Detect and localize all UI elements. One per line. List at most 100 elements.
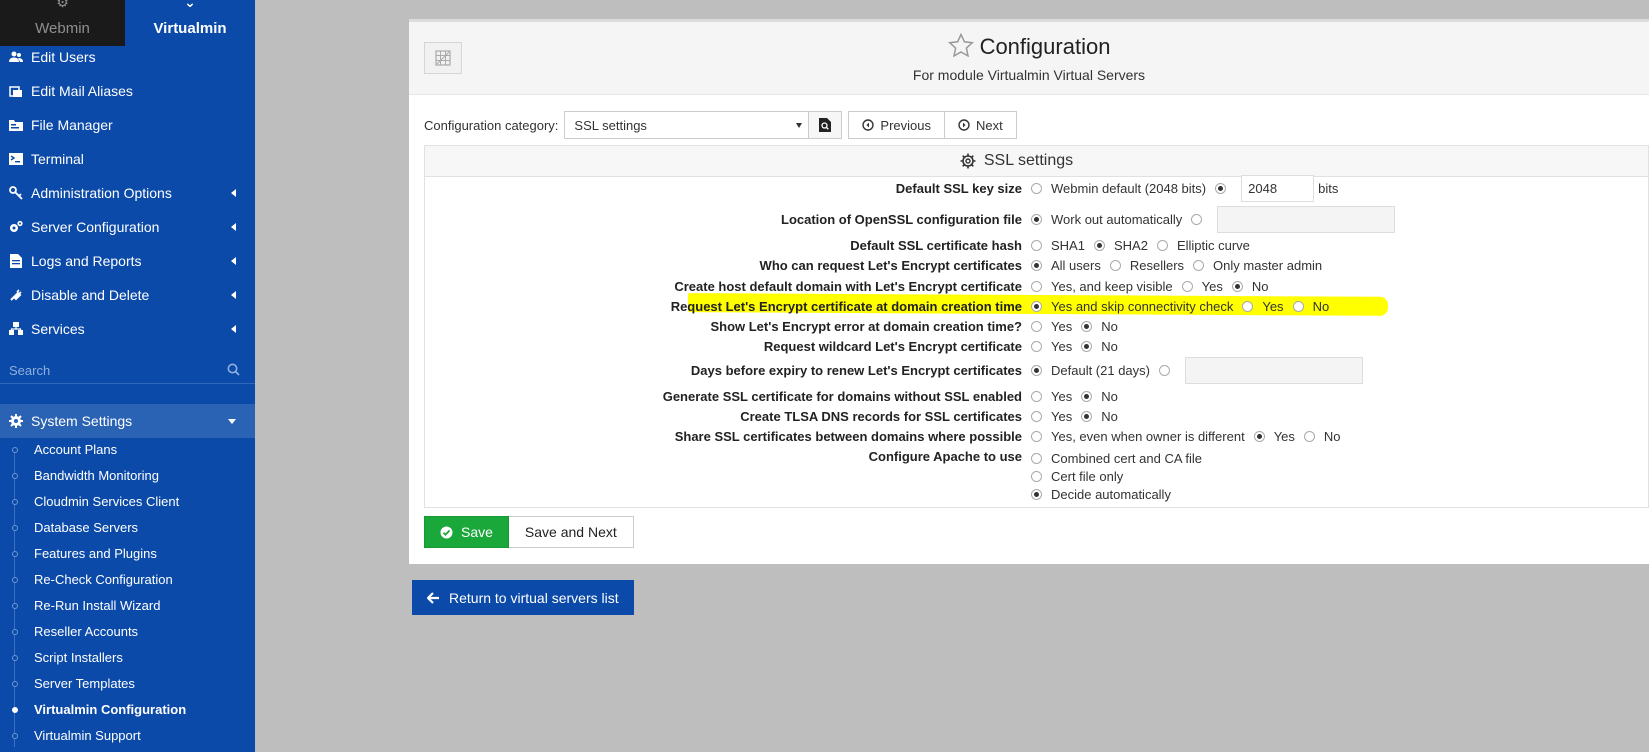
renew-days-input[interactable] [1185,357,1363,384]
radio-button[interactable] [1081,411,1093,422]
key-size-input[interactable]: 2048 [1241,175,1315,202]
radio-option[interactable]: No [1081,409,1118,424]
radio-button[interactable] [1292,301,1304,312]
radio-button[interactable] [1031,214,1042,225]
sidebar-item-edit-users[interactable]: Edit Users [0,40,255,74]
radio-button[interactable] [1031,470,1042,482]
radio-option[interactable]: Yes [1242,299,1284,314]
radio-option[interactable]: Yes [1031,409,1072,424]
sidebar-sub-features-and-plugins[interactable]: Features and Plugins [34,546,157,561]
radio-option[interactable]: No [1081,389,1118,404]
radio-button[interactable] [1031,431,1042,442]
radio-button[interactable] [1253,431,1265,442]
openssl-path-input[interactable] [1217,206,1396,233]
sidebar-sub-database-servers[interactable]: Database Servers [34,520,138,535]
search-icon[interactable] [227,363,240,379]
radio-button[interactable] [1093,240,1105,251]
sidebar-sub-script-installers[interactable]: Script Installers [34,650,123,665]
radio-button[interactable] [1156,240,1168,251]
sidebar-search[interactable]: Search [0,358,255,384]
radio-option[interactable]: Default (21 days) [1031,363,1150,378]
option-label: Yes, even when owner is different [1051,429,1245,444]
sidebar-item-system-settings[interactable]: System Settings [0,404,255,438]
radio-option[interactable]: Cert file only [1031,467,1123,485]
radio-button[interactable] [1031,391,1042,402]
radio-button[interactable] [1031,240,1042,251]
radio-option[interactable]: No [1303,429,1341,444]
radio-button[interactable] [1031,260,1042,271]
sidebar-sub-re-check-configuration[interactable]: Re-Check Configuration [34,572,173,587]
radio-option[interactable]: Webmin default (2048 bits) [1031,181,1206,196]
return-button[interactable]: Return to virtual servers list [412,580,634,615]
radio-button[interactable] [1031,488,1042,500]
sidebar-sub-bandwidth-monitoring[interactable]: Bandwidth Monitoring [34,468,159,483]
save-button[interactable]: Save [424,516,509,548]
sidebar-item-administration-options[interactable]: Administration Options [0,176,255,210]
radio-button[interactable] [1081,321,1093,332]
radio-button[interactable] [1031,301,1042,312]
radio-button[interactable] [1081,341,1093,352]
sidebar-sub-re-run-install-wizard[interactable]: Re-Run Install Wizard [34,598,160,613]
sidebar-item-disable-and-delete[interactable]: Disable and Delete [0,278,255,312]
radio-option[interactable]: All users [1031,258,1101,273]
radio-option[interactable]: Yes and skip connectivity check [1031,299,1233,314]
radio-button[interactable] [1242,301,1254,312]
radio-option[interactable] [1159,365,1179,376]
sidebar-sub-virtualmin-support[interactable]: Virtualmin Support [34,728,141,743]
radio-option[interactable]: SHA2 [1093,238,1148,253]
sidebar-item-file-manager[interactable]: File Manager [0,108,255,142]
radio-button[interactable] [1109,260,1121,271]
radio-option[interactable]: Yes [1031,319,1072,334]
radio-option[interactable]: Combined cert and CA file [1031,449,1202,467]
radio-option[interactable]: Only master admin [1193,258,1322,273]
sidebar-item-services[interactable]: Services [0,312,255,346]
submenu-bullet [12,447,18,453]
save-and-next-button[interactable]: Save and Next [508,516,634,548]
radio-button[interactable] [1031,452,1042,464]
sidebar-item-terminal[interactable]: Terminal [0,142,255,176]
radio-button[interactable] [1031,281,1042,292]
sidebar-sub-account-plans[interactable]: Account Plans [34,442,117,457]
sidebar-item-server-configuration[interactable]: Server Configuration [0,210,255,244]
option-label: Yes [1051,409,1073,424]
radio-button[interactable] [1193,260,1205,271]
radio-option[interactable]: Yes, even when owner is different [1031,429,1245,444]
radio-option[interactable]: No [1231,279,1269,294]
radio-option[interactable]: No [1081,339,1118,354]
radio-button[interactable] [1303,431,1315,442]
radio-button[interactable] [1191,214,1203,225]
radio-option[interactable]: Yes [1253,429,1295,444]
setting-label: Request wildcard Let's Encrypt certifica… [763,339,1022,354]
radio-option[interactable] [1191,214,1211,225]
radio-option[interactable]: Yes [1181,279,1223,294]
radio-option[interactable]: Decide automatically [1031,485,1171,503]
radio-option[interactable]: Work out automatically [1031,212,1182,227]
radio-option[interactable] [1215,183,1235,194]
radio-button[interactable] [1159,365,1170,376]
radio-button[interactable] [1231,281,1243,292]
sidebar-item-edit-mail-aliases[interactable]: Edit Mail Aliases [0,74,255,108]
search-input[interactable]: Search [9,363,50,378]
radio-button[interactable] [1031,365,1042,376]
radio-button[interactable] [1031,411,1042,422]
sidebar-sub-reseller-accounts[interactable]: Reseller Accounts [34,624,138,639]
radio-button[interactable] [1081,391,1093,402]
radio-option[interactable]: Yes [1031,339,1072,354]
sidebar-sub-virtualmin-configuration[interactable]: Virtualmin Configuration [34,702,186,717]
sidebar-sub-cloudmin-services-client[interactable]: Cloudmin Services Client [34,494,179,509]
radio-option[interactable]: Elliptic curve [1156,238,1250,253]
radio-option[interactable]: No [1292,299,1329,314]
radio-option[interactable]: Resellers [1109,258,1184,273]
sidebar-sub-server-templates[interactable]: Server Templates [34,676,135,691]
radio-button[interactable] [1181,281,1193,292]
radio-button[interactable] [1031,341,1042,352]
radio-button[interactable] [1215,183,1227,194]
radio-button[interactable] [1031,321,1042,332]
radio-option[interactable]: Yes [1031,389,1072,404]
radio-button[interactable] [1031,183,1042,194]
option-label: No [1101,409,1118,424]
radio-option[interactable]: SHA1 [1031,238,1085,253]
radio-option[interactable]: No [1081,319,1118,334]
radio-option[interactable]: Yes, and keep visible [1031,279,1173,294]
sidebar-item-logs-and-reports[interactable]: Logs and Reports [0,244,255,278]
